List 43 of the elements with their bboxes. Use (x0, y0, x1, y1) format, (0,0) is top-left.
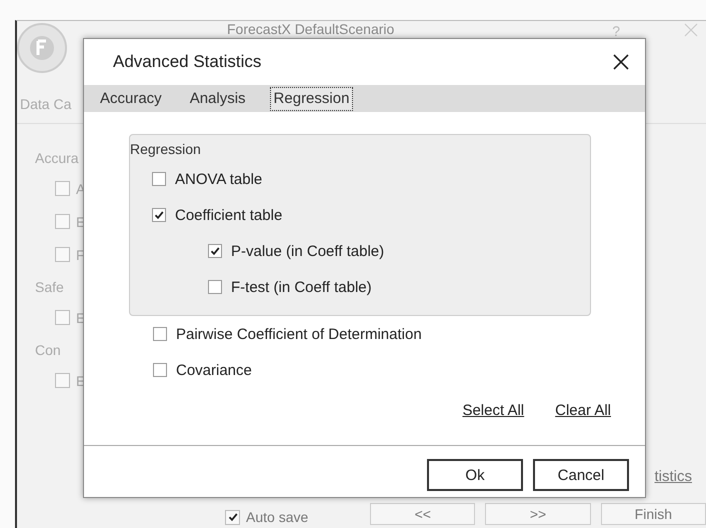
checkmark-icon (210, 246, 220, 256)
checkbox[interactable] (208, 280, 222, 294)
tab[interactable]: Analysis (186, 86, 250, 110)
checkbox[interactable] (55, 247, 70, 262)
close-icon[interactable] (684, 23, 698, 37)
close-button[interactable] (613, 54, 629, 70)
checkbox-label: P-value (in Coeff table) (231, 242, 384, 260)
app-logo[interactable] (17, 23, 67, 73)
checkbox[interactable] (55, 373, 70, 388)
checkbox[interactable] (55, 214, 70, 229)
checkbox[interactable] (152, 208, 166, 222)
tab[interactable]: Accuracy (96, 86, 166, 110)
link[interactable]: Clear All (555, 402, 611, 419)
checkbox[interactable] (55, 310, 70, 325)
checkmark-icon (228, 512, 238, 522)
group-title: Regression (130, 141, 202, 157)
logo-icon (29, 35, 55, 61)
checkbox[interactable] (225, 510, 240, 524)
checkbox-label: Pairwise Coefficient of Determination (176, 326, 422, 342)
nav-button[interactable]: Finish (600, 503, 706, 525)
checkbox[interactable] (153, 327, 167, 341)
section-heading: Accura (35, 150, 79, 166)
section-heading: Safe (35, 279, 64, 295)
section-heading: Con (35, 342, 61, 358)
nav-button[interactable]: >> (485, 503, 591, 525)
checkbox-label: Covariance (176, 362, 252, 378)
checkbox[interactable] (55, 181, 70, 196)
tab[interactable]: Regression (270, 86, 354, 110)
checkbox[interactable] (153, 363, 167, 377)
nav-button[interactable]: << (370, 503, 476, 525)
checkbox-label: Coefficient table (175, 206, 282, 224)
checkbox[interactable] (208, 244, 222, 258)
dialog-button[interactable]: Cancel (533, 459, 629, 491)
app-title: ForecastX DefaultScenario (227, 22, 394, 37)
checkbox-label: ANOVA table (175, 170, 262, 188)
dialog-title: Advanced Statistics (113, 52, 262, 72)
checkbox-label: F-test (in Coeff table) (231, 278, 372, 296)
checkmark-icon (154, 210, 164, 220)
checkbox-label: Auto save (246, 509, 308, 525)
checkbox[interactable] (152, 172, 166, 186)
dialog-button[interactable]: Ok (427, 459, 523, 491)
statistics-link[interactable]: tistics (654, 468, 692, 485)
link[interactable]: Select All (462, 402, 524, 419)
